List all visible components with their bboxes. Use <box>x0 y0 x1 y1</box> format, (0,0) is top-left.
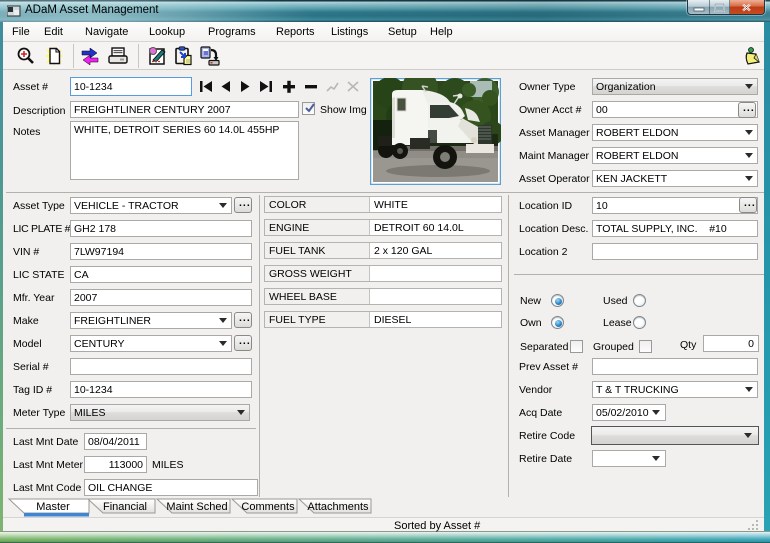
svg-text:Maint Sched: Maint Sched <box>166 501 227 513</box>
svg-text:Master: Master <box>36 501 70 513</box>
svg-text:Comments: Comments <box>241 501 295 513</box>
svg-text:Financial: Financial <box>103 501 147 513</box>
svg-text:Attachments: Attachments <box>307 501 369 513</box>
